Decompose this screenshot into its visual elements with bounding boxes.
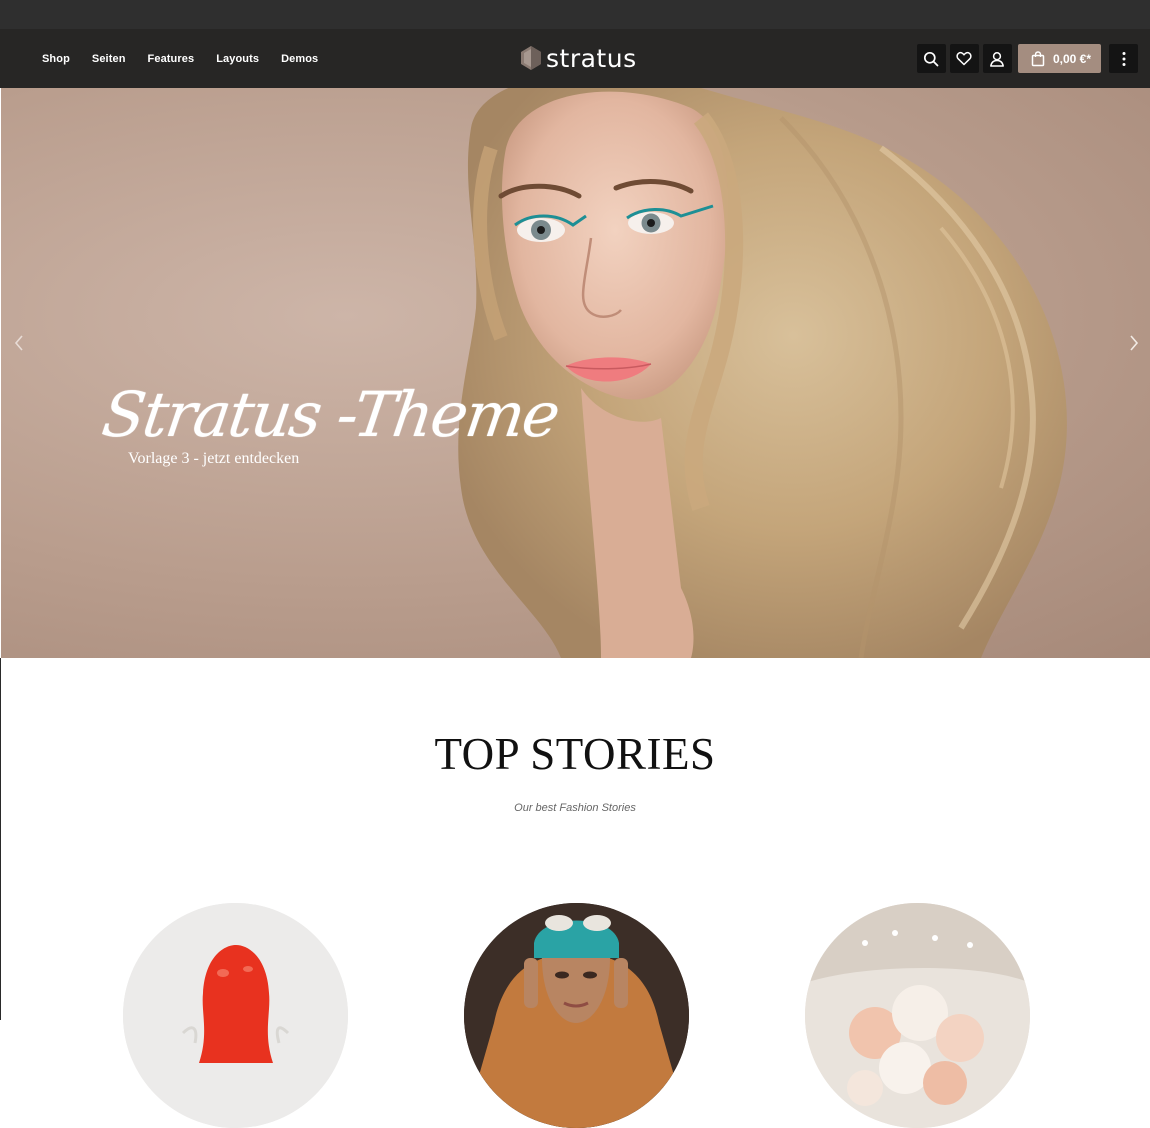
nav-item-shop[interactable]: Shop xyxy=(42,53,70,65)
more-menu-button[interactable] xyxy=(1109,44,1138,73)
page-left-border xyxy=(0,658,1,1020)
story-card-2[interactable] xyxy=(464,903,689,1128)
nav-item-demos[interactable]: Demos xyxy=(281,53,318,65)
search-icon xyxy=(924,51,939,66)
nav-item-layouts[interactable]: Layouts xyxy=(216,53,259,65)
story-card-3[interactable] xyxy=(805,903,1030,1128)
brand-name: stratus xyxy=(546,43,637,73)
story-card-1[interactable] xyxy=(123,903,348,1128)
main-nav: Shop Seiten Features Layouts Demos xyxy=(42,29,340,88)
nav-item-seiten[interactable]: Seiten xyxy=(92,53,126,65)
chevron-left-icon xyxy=(14,335,23,351)
more-vertical-icon xyxy=(1122,51,1125,66)
site-header: Shop Seiten Features Layouts Demos strat… xyxy=(0,29,1150,88)
shopping-bag-icon xyxy=(1031,50,1045,66)
browser-top-strip xyxy=(0,0,1150,29)
heart-icon xyxy=(956,51,973,66)
hero-subtitle[interactable]: Vorlage 3 - jetzt entdecken xyxy=(128,450,299,468)
story-image-1 xyxy=(123,903,348,1128)
cart-button[interactable]: 0,00 €* xyxy=(1017,44,1101,73)
slider-prev-button[interactable] xyxy=(9,332,29,354)
brand-logo[interactable]: stratus xyxy=(520,41,637,75)
chevron-right-icon xyxy=(1130,335,1139,351)
search-button[interactable] xyxy=(916,44,946,73)
hero-image xyxy=(458,88,1067,658)
nav-item-features[interactable]: Features xyxy=(148,53,195,65)
slider-next-button[interactable] xyxy=(1124,332,1144,354)
top-stories-heading: TOP STORIES xyxy=(434,729,716,779)
hero-slider[interactable]: Stratus -Theme Vorlage 3 - jetzt entdeck… xyxy=(1,88,1150,658)
cart-total: 0,00 €* xyxy=(1052,51,1091,66)
wishlist-button[interactable] xyxy=(949,44,979,73)
story-image-2 xyxy=(464,903,689,1128)
account-button[interactable] xyxy=(982,44,1012,73)
header-tools: 0,00 €* xyxy=(916,44,1138,73)
user-icon xyxy=(990,51,1005,67)
hero-title: Stratus -Theme xyxy=(97,378,563,451)
top-stories-subheading: Our best Fashion Stories xyxy=(514,802,636,814)
hexagon-logo-icon xyxy=(521,46,541,70)
story-image-3 xyxy=(805,903,1030,1128)
